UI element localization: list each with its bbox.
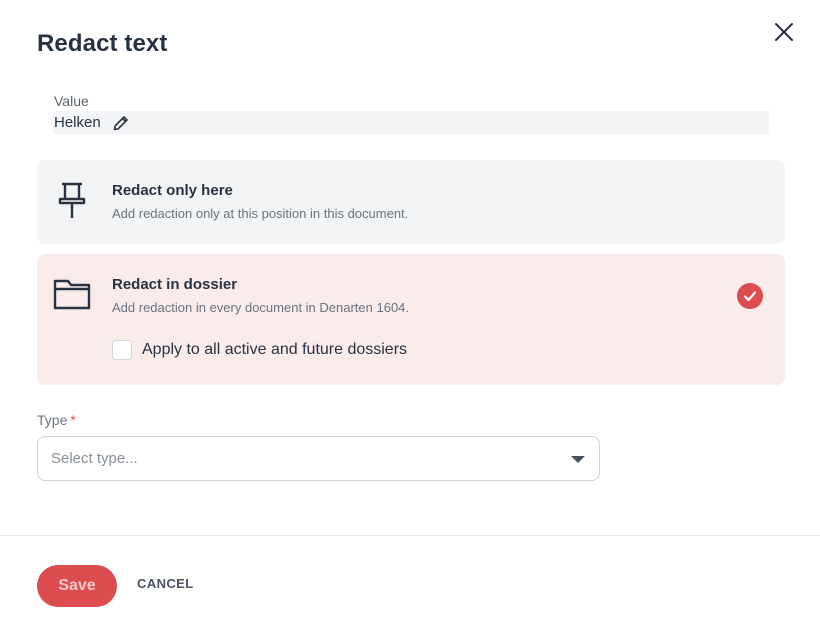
close-icon: [775, 23, 793, 41]
close-button[interactable]: [770, 18, 798, 46]
edit-value-button[interactable]: [112, 114, 130, 132]
dropdown-arrow-icon: [571, 456, 585, 463]
redact-text-dialog: Redact text Value Helken Redact only her…: [0, 0, 820, 630]
option-description: Add redaction only at this position in t…: [112, 206, 409, 221]
apply-all-dossiers-label: Apply to all active and future dossiers: [142, 341, 408, 358]
pencil-icon: [113, 115, 128, 130]
required-marker: *: [70, 412, 76, 428]
value-label: Value: [54, 93, 89, 109]
folder-icon: [53, 279, 91, 310]
option-title: Redact in dossier: [112, 276, 238, 293]
pushpin-icon: [58, 182, 86, 218]
footer-divider: [0, 535, 820, 536]
option-description: Add redaction in every document in Denar…: [112, 300, 410, 315]
apply-all-dossiers-row[interactable]: Apply to all active and future dossiers: [112, 340, 407, 360]
save-button[interactable]: Save: [37, 565, 117, 607]
value-text: Helken: [54, 114, 101, 131]
dialog-title: Redact text: [37, 30, 168, 57]
type-select-placeholder: Select type...: [51, 450, 138, 467]
cancel-button[interactable]: CANCEL: [137, 576, 194, 591]
type-label-text: Type: [37, 412, 68, 428]
option-redact-only-here[interactable]: Redact only here Add redaction only at t…: [37, 160, 785, 244]
option-title: Redact only here: [112, 182, 233, 199]
type-label: Type *: [37, 412, 76, 428]
option-redact-in-dossier[interactable]: Redact in dossier Add redaction in every…: [37, 254, 785, 385]
apply-all-dossiers-checkbox[interactable]: [112, 340, 132, 360]
selected-check-icon: [737, 283, 763, 309]
type-select[interactable]: Select type...: [37, 436, 600, 481]
value-display: Helken: [53, 111, 769, 134]
